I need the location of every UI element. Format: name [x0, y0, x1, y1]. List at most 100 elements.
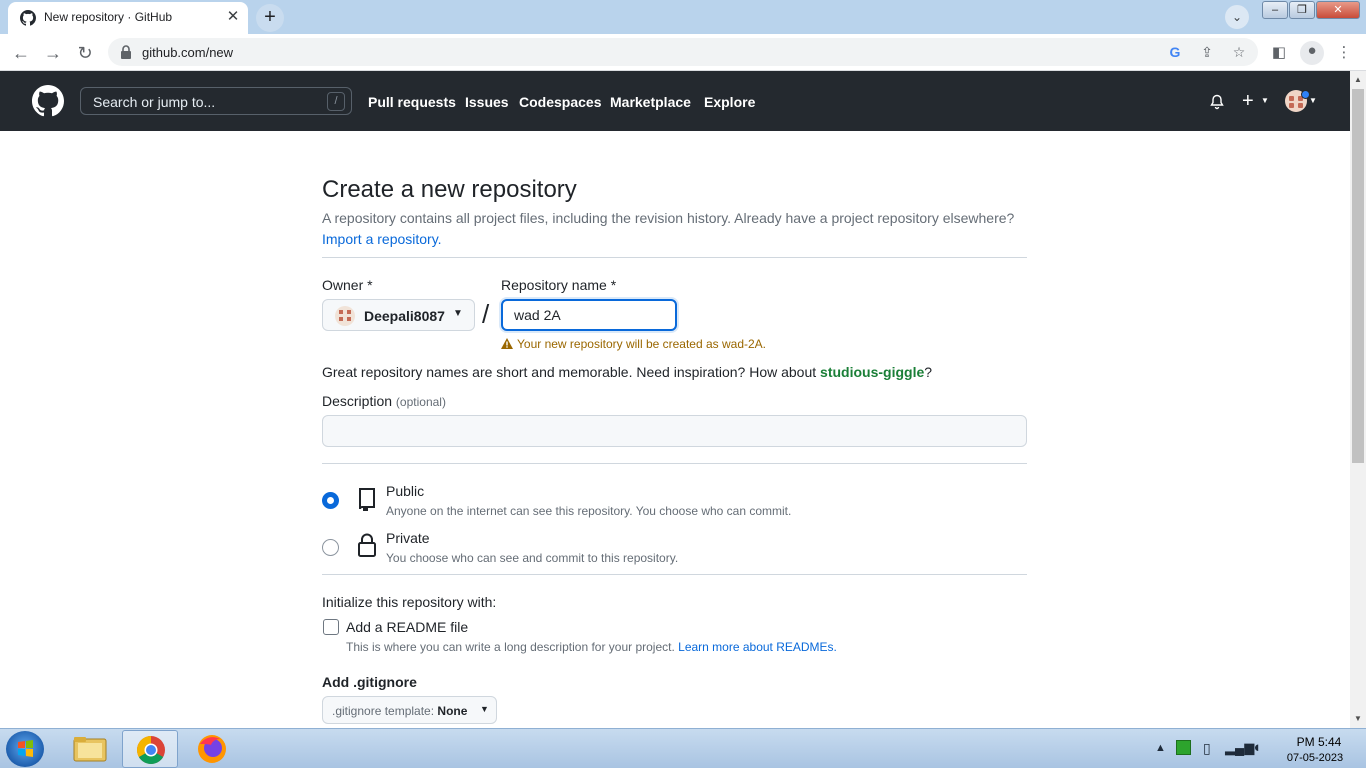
firefox-icon [198, 735, 226, 763]
name-suggestion: Great repository names are short and mem… [322, 364, 932, 380]
avatar-caret-icon[interactable]: ▼ [1309, 96, 1317, 105]
start-button[interactable] [6, 731, 44, 767]
window-close-button[interactable]: ✕ [1316, 1, 1360, 19]
tray-overflow-icon[interactable]: ▲ [1155, 742, 1166, 754]
readme-description-text: This is where you can write a long descr… [346, 640, 679, 654]
github-search-input[interactable]: Search or jump to... / [80, 87, 352, 115]
nav-explore[interactable]: Explore [704, 94, 755, 110]
private-radio[interactable] [322, 539, 339, 556]
scroll-down-arrow-icon[interactable]: ▼ [1354, 714, 1362, 723]
browser-tabstrip: New repository · GitHub ✕ + ⌄ – ❐ ✕ [0, 0, 1366, 34]
owner-label: Owner * [322, 277, 373, 293]
nav-issues[interactable]: Issues [465, 94, 509, 110]
taskbar-chrome[interactable] [122, 730, 178, 768]
page-subtitle: A repository contains all project files,… [322, 210, 1015, 226]
repository-name-input[interactable] [501, 299, 677, 331]
google-icon[interactable]: G [1166, 43, 1184, 61]
tab-title: New repository · GitHub [44, 10, 173, 24]
browser-toolbar: ← → ↻ github.com/new G ⇪ ☆ ◧ ● ⋮ [0, 34, 1366, 71]
tab-close-icon[interactable]: ✕ [224, 8, 242, 26]
suggestion-text: Great repository names are short and mem… [322, 364, 821, 380]
tray-app-icon[interactable] [1176, 740, 1191, 755]
notifications-bell-icon[interactable] [1209, 94, 1225, 110]
optional-tag: (optional) [395, 395, 446, 409]
public-title: Public [386, 483, 425, 499]
divider [322, 257, 1027, 258]
divider [322, 463, 1027, 464]
repository-name-warning: Your new repository will be created as w… [501, 337, 766, 351]
add-readme-checkbox[interactable] [323, 619, 339, 635]
page-content: Create a new repository A repository con… [0, 131, 1350, 728]
new-tab-button[interactable]: + [256, 4, 284, 32]
forward-arrow-icon[interactable]: → [40, 40, 66, 66]
clock-date[interactable]: 07-05-2023 [1280, 752, 1350, 764]
initialize-label: Initialize this repository with: [322, 594, 497, 610]
warning-icon [501, 338, 513, 349]
search-shortcut-key: / [327, 92, 345, 111]
public-radio[interactable] [322, 492, 339, 509]
battery-icon[interactable]: ▯ [1203, 740, 1211, 757]
windows-taskbar: ▲ ▯ ▂▄▆ ◖ PM 5:44 07-05-2023 [0, 728, 1366, 768]
public-description: Anyone on the internet can see this repo… [386, 504, 792, 518]
import-repository-link[interactable]: Import a repository. [322, 231, 442, 247]
share-icon[interactable]: ⇪ [1198, 43, 1216, 61]
nav-codespaces[interactable]: Codespaces [519, 94, 601, 110]
volume-icon[interactable]: ◖ [1252, 739, 1261, 756]
tab-search-icon[interactable]: ⌄ [1225, 5, 1249, 29]
private-description: You choose who can see and commit to thi… [386, 551, 679, 565]
chevron-down-icon: ▼ [480, 704, 489, 714]
create-caret-icon[interactable]: ▼ [1261, 96, 1269, 105]
owner-repo-separator: / [482, 299, 490, 329]
suggested-name-link[interactable]: studious-giggle [820, 364, 924, 380]
repo-book-icon [359, 488, 375, 511]
windows-logo-icon [18, 740, 33, 757]
warning-text: Your new repository will be created as w… [517, 337, 767, 351]
address-bar[interactable]: github.com/new G ⇪ ☆ [108, 38, 1258, 66]
repository-name-label: Repository name * [501, 277, 617, 293]
description-label-text: Description [322, 393, 393, 409]
github-logo-icon[interactable] [32, 85, 64, 117]
bookmark-star-icon[interactable]: ☆ [1230, 43, 1248, 61]
nav-pull-requests[interactable]: Pull requests [368, 94, 456, 110]
side-panel-icon[interactable]: ◧ [1269, 43, 1289, 63]
taskbar-firefox[interactable] [184, 730, 240, 768]
browser-tab[interactable]: New repository · GitHub ✕ [8, 2, 248, 34]
readme-description: This is where you can write a long descr… [346, 640, 837, 654]
window-minimize-button[interactable]: – [1262, 1, 1288, 19]
add-readme-label[interactable]: Add a README file [346, 619, 468, 635]
page-scrollbar[interactable]: ▲ ▼ [1350, 71, 1366, 728]
suggestion-end: ? [924, 364, 933, 380]
owner-avatar [335, 306, 355, 326]
divider [322, 574, 1027, 575]
learn-more-readmes-link[interactable]: Learn more about READMEs. [678, 640, 837, 654]
private-title: Private [386, 530, 430, 546]
gitignore-label: Add .gitignore [322, 674, 417, 690]
gitignore-template-dropdown[interactable]: .gitignore template: None ▼ [322, 696, 497, 724]
description-label: Description (optional) [322, 393, 446, 409]
scroll-up-arrow-icon[interactable]: ▲ [1354, 75, 1362, 84]
description-input[interactable] [322, 415, 1027, 447]
owner-dropdown[interactable]: Deepali8087 ▼ [322, 299, 475, 331]
lock-icon [121, 45, 131, 59]
github-header: Search or jump to... / Pull requests Iss… [0, 71, 1350, 131]
create-new-plus-icon[interactable]: + [1242, 90, 1254, 113]
gitignore-template-value: None [437, 704, 468, 718]
folder-icon [73, 737, 107, 762]
search-placeholder: Search or jump to... [93, 94, 216, 110]
page-title: Create a new repository [322, 176, 577, 203]
scrollbar-thumb[interactable] [1352, 89, 1364, 463]
lock-icon [358, 533, 376, 557]
clock-time[interactable]: PM 5:44 [1284, 735, 1354, 749]
chevron-down-icon: ▼ [453, 308, 463, 319]
gitignore-template-prefix: .gitignore template: [332, 704, 438, 718]
owner-name: Deepali8087 [364, 308, 445, 324]
browser-menu-icon[interactable]: ⋮ [1334, 43, 1354, 63]
window-maximize-button[interactable]: ❐ [1289, 1, 1315, 19]
reload-icon[interactable]: ↻ [72, 40, 98, 66]
taskbar-file-explorer[interactable] [62, 730, 118, 768]
profile-icon[interactable]: ● [1300, 41, 1324, 65]
nav-marketplace[interactable]: Marketplace [610, 94, 691, 110]
back-arrow-icon[interactable]: ← [8, 40, 34, 66]
chrome-icon [137, 736, 165, 764]
network-signal-icon[interactable]: ▂▄▆ [1225, 740, 1254, 756]
